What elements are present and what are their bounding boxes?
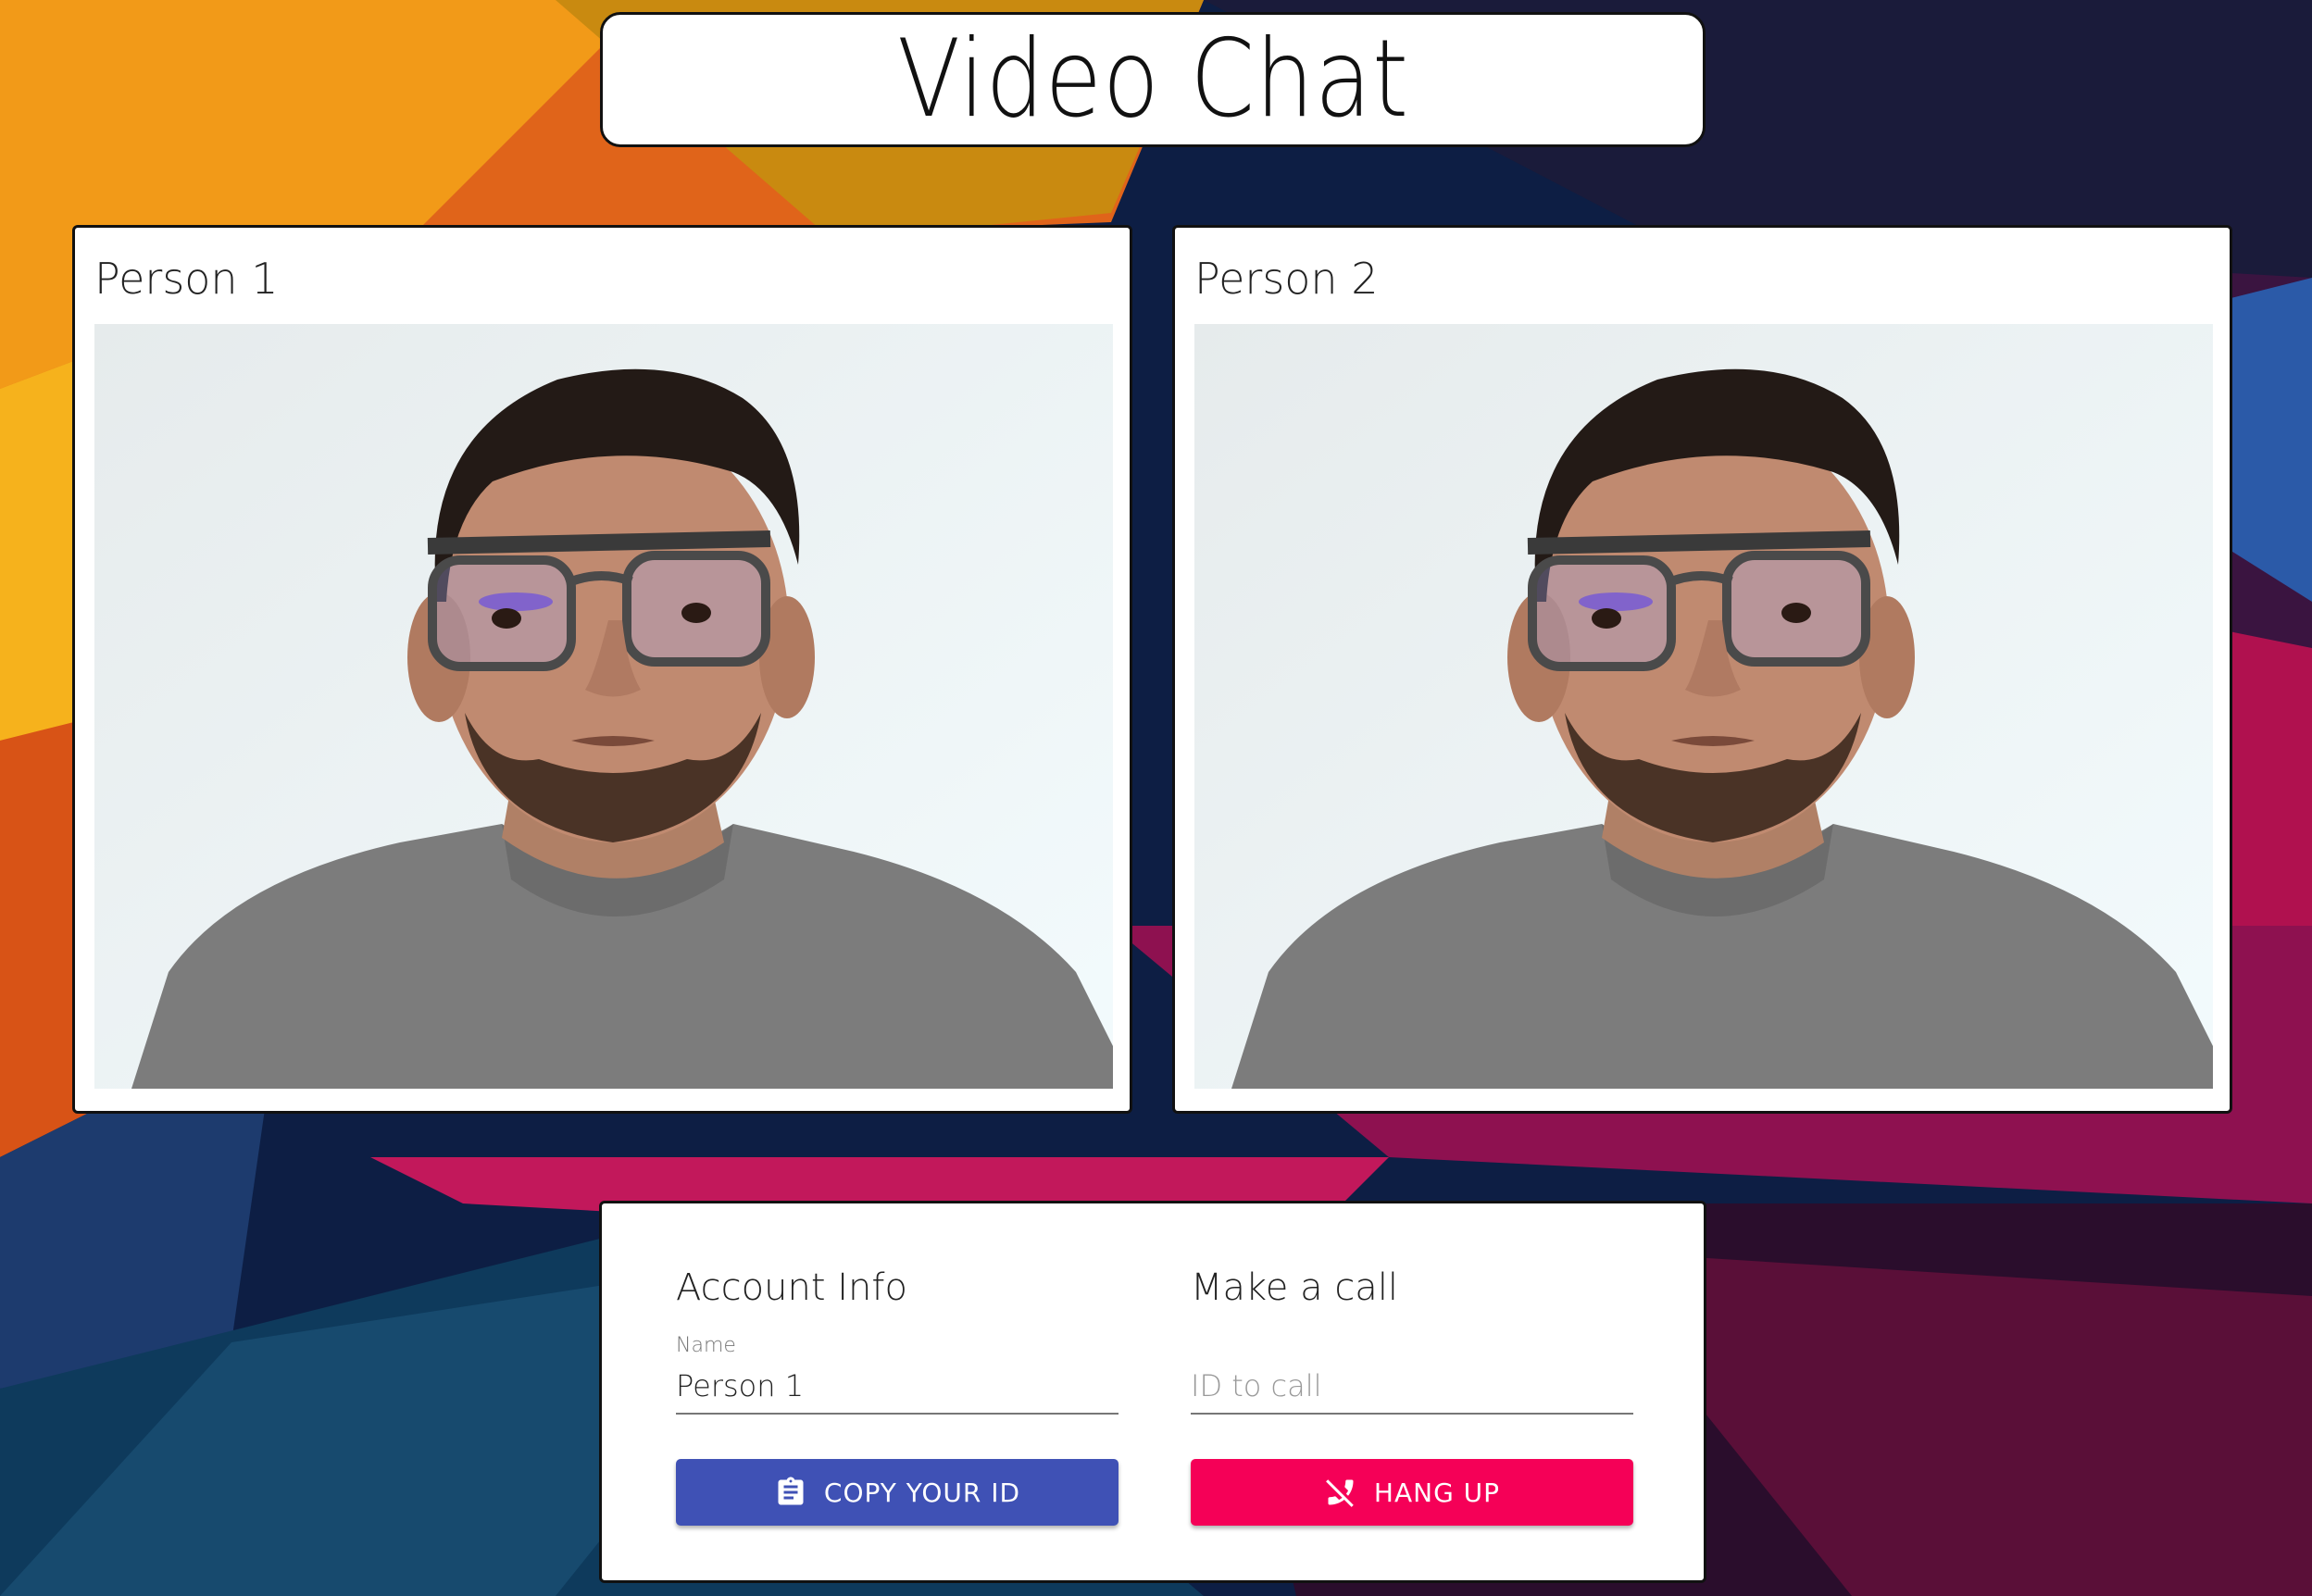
- hang-up-button-label: HANG UP: [1373, 1477, 1501, 1508]
- name-field-label: Name: [676, 1334, 736, 1357]
- clipboard-icon: [774, 1476, 807, 1509]
- name-input[interactable]: [676, 1359, 1119, 1415]
- phone-disabled-icon: [1324, 1476, 1357, 1509]
- id-to-call-input[interactable]: [1191, 1359, 1633, 1415]
- make-call-title: Make a call: [1191, 1266, 1399, 1309]
- video-label: Person 2: [1194, 254, 1379, 304]
- video-stream: [94, 324, 1113, 1089]
- video-card-person-1: Person 1: [72, 225, 1132, 1114]
- account-info-title: Account Info: [676, 1266, 907, 1309]
- controls-card: Account Info Name COPY YOUR ID Make a ca…: [599, 1201, 1706, 1583]
- title-card: Video Chat: [600, 12, 1706, 147]
- hang-up-button[interactable]: HANG UP: [1191, 1459, 1633, 1526]
- copy-id-button-label: COPY YOUR ID: [823, 1477, 1021, 1508]
- video-stream: [1194, 324, 2213, 1089]
- video-card-person-2: Person 2: [1172, 225, 2232, 1114]
- video-label: Person 1: [94, 254, 279, 304]
- page-title: Video Chat: [896, 17, 1409, 142]
- copy-id-button[interactable]: COPY YOUR ID: [676, 1459, 1119, 1526]
